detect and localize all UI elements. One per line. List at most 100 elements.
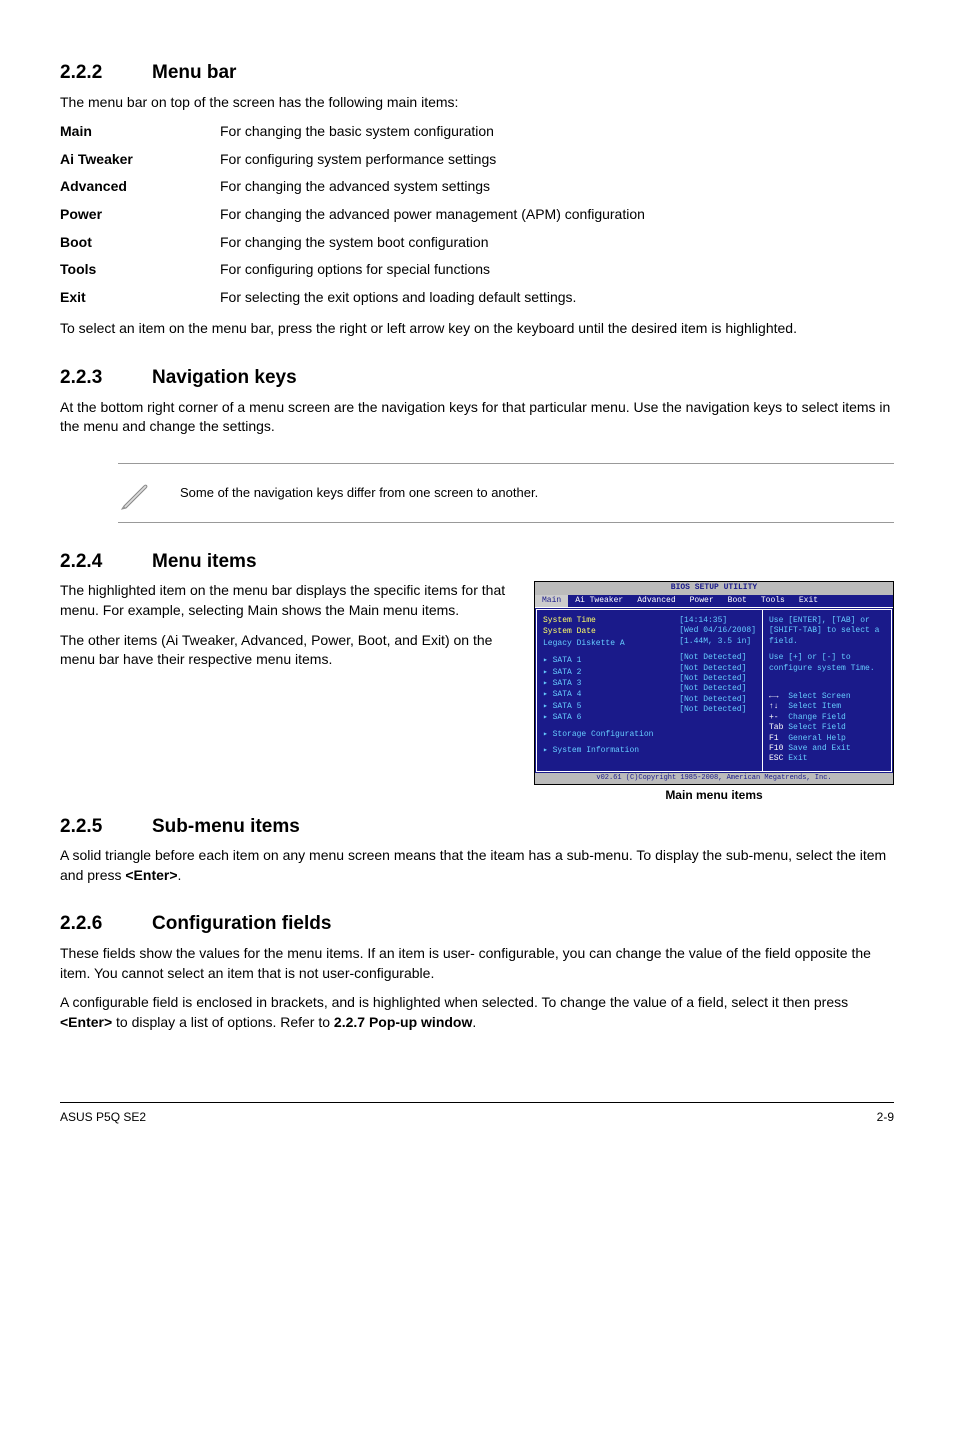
bios-tab: Boot — [721, 595, 754, 607]
bios-tab-main: Main — [535, 595, 568, 607]
bios-item: ▸ SATA 6 — [543, 713, 653, 723]
bios-caption: Main menu items — [534, 787, 894, 804]
def-term: Boot — [60, 233, 220, 253]
def-desc: For configuring system performance setti… — [220, 150, 894, 170]
section-number: 2.2.5 — [60, 814, 152, 841]
bios-val: [Wed 04/16/2008] — [679, 626, 756, 636]
bios-item: ▸ SATA 4 — [543, 690, 653, 700]
bios-keyhint: F1 General Help — [769, 734, 885, 744]
def-row: Ai Tweaker For configuring system perfor… — [60, 150, 894, 170]
bios-title: BIOS SETUP UTILITY — [535, 582, 893, 594]
bios-screenshot: BIOS SETUP UTILITY Main Ai Tweaker Advan… — [534, 581, 894, 803]
bios-item: ▸ SATA 2 — [543, 668, 653, 678]
bios-tab: Power — [683, 595, 721, 607]
menubar-intro: The menu bar on top of the screen has th… — [60, 93, 894, 113]
def-desc: For selecting the exit options and loadi… — [220, 288, 894, 308]
menuitems-text: The highlighted item on the menu bar dis… — [60, 581, 520, 679]
def-term: Exit — [60, 288, 220, 308]
heading-navkeys: 2.2.3Navigation keys — [60, 365, 894, 392]
section-number: 2.2.4 — [60, 549, 152, 576]
enter-key: <Enter> — [125, 867, 177, 883]
def-row: Boot For changing the system boot config… — [60, 233, 894, 253]
bios-help: Use [ENTER], [TAB] or [SHIFT-TAB] to sel… — [769, 616, 885, 647]
bios-tab: Tools — [754, 595, 792, 607]
bios-val: [Not Detected] — [679, 695, 756, 705]
popup-ref: 2.2.7 Pop-up window — [334, 1014, 472, 1030]
bios-item: ▸ SATA 5 — [543, 702, 653, 712]
enter-key: <Enter> — [60, 1014, 112, 1030]
footer-product: ASUS P5Q SE2 — [60, 1109, 146, 1126]
config-p2: A configurable field is enclosed in brac… — [60, 993, 894, 1032]
bios-item: System Time — [543, 616, 653, 626]
menuitems-p1: The highlighted item on the menu bar dis… — [60, 581, 520, 620]
bios-keyhint: F10 Save and Exit — [769, 744, 885, 754]
bios-keyhint: ↑↓ Select Item — [769, 702, 885, 712]
config-p1: These fields show the values for the men… — [60, 944, 894, 983]
note-text: Some of the navigation keys differ from … — [180, 484, 538, 502]
bios-item: ▸ SATA 1 — [543, 656, 653, 666]
bios-val: [1.44M, 3.5 in] — [679, 637, 756, 647]
bios-val: [Not Detected] — [679, 705, 756, 715]
footer-pagenum: 2-9 — [877, 1109, 894, 1126]
menuitems-p2: The other items (Ai Tweaker, Advanced, P… — [60, 631, 520, 670]
bios-item: ▸ Storage Configuration — [543, 730, 653, 740]
heading-menubar: 2.2.2Menu bar — [60, 60, 894, 87]
bios-val: [Not Detected] — [679, 664, 756, 674]
bios-keyhint: +- Change Field — [769, 713, 885, 723]
def-term: Main — [60, 122, 220, 142]
pencil-icon — [118, 474, 156, 512]
bios-tabbar: Main Ai Tweaker Advanced Power Boot Tool… — [535, 595, 893, 607]
heading-config: 2.2.6Configuration fields — [60, 911, 894, 938]
bios-help: Use [+] or [-] to configure system Time. — [769, 653, 885, 674]
def-desc: For configuring options for special func… — [220, 260, 894, 280]
def-term: Power — [60, 205, 220, 225]
bios-item: ▸ System Information — [543, 746, 653, 756]
section-menubar: 2.2.2Menu bar The menu bar on top of the… — [60, 60, 894, 339]
def-row: Exit For selecting the exit options and … — [60, 288, 894, 308]
bios-val: [Not Detected] — [679, 684, 756, 694]
section-navkeys: 2.2.3Navigation keys At the bottom right… — [60, 365, 894, 437]
bios-copyright: v02.61 (C)Copyright 1985-2008, American … — [535, 773, 893, 784]
bios-item: System Date — [543, 627, 653, 637]
bios-val: [Not Detected] — [679, 653, 756, 663]
navkeys-para: At the bottom right corner of a menu scr… — [60, 398, 894, 437]
def-desc: For changing the basic system configurat… — [220, 122, 894, 142]
menubar-deflist: Main For changing the basic system confi… — [60, 122, 894, 307]
heading-submenu: 2.2.5Sub-menu items — [60, 814, 894, 841]
bios-val: [14:14:35] — [679, 616, 756, 626]
def-term: Tools — [60, 260, 220, 280]
bios-keyhint: Tab Select Field — [769, 723, 885, 733]
menubar-outro: To select an item on the menu bar, press… — [60, 319, 894, 339]
def-desc: For changing the advanced system setting… — [220, 177, 894, 197]
section-number: 2.2.3 — [60, 365, 152, 392]
def-desc: For changing the system boot configurati… — [220, 233, 894, 253]
bios-tab: Ai Tweaker — [568, 595, 630, 607]
bios-left-pane: System Time System Date Legacy Diskette … — [536, 609, 762, 772]
def-row: Main For changing the basic system confi… — [60, 122, 894, 142]
submenu-para: A solid triangle before each item on any… — [60, 846, 894, 885]
note-callout: Some of the navigation keys differ from … — [118, 463, 894, 523]
bios-tab: Exit — [792, 595, 825, 607]
def-row: Tools For configuring options for specia… — [60, 260, 894, 280]
def-row: Power For changing the advanced power ma… — [60, 205, 894, 225]
section-title: Menu bar — [152, 62, 236, 83]
section-title: Sub-menu items — [152, 816, 300, 837]
page-footer: ASUS P5Q SE2 2-9 — [60, 1102, 894, 1126]
section-number: 2.2.6 — [60, 911, 152, 938]
heading-menuitems: 2.2.4Menu items — [60, 549, 894, 576]
section-config: 2.2.6Configuration fields These fields s… — [60, 911, 894, 1032]
def-desc: For changing the advanced power manageme… — [220, 205, 894, 225]
section-number: 2.2.2 — [60, 60, 152, 87]
bios-item: Legacy Diskette A — [543, 639, 653, 649]
section-submenu: 2.2.5Sub-menu items A solid triangle bef… — [60, 814, 894, 886]
section-menuitems: 2.2.4Menu items The highlighted item on … — [60, 549, 894, 804]
section-title: Configuration fields — [152, 913, 331, 934]
bios-right-pane: Use [ENTER], [TAB] or [SHIFT-TAB] to sel… — [762, 609, 892, 772]
section-title: Navigation keys — [152, 367, 297, 388]
bios-keyhint: ESC Exit — [769, 754, 885, 764]
bios-item: ▸ SATA 3 — [543, 679, 653, 689]
bios-keyhint: ←→ Select Screen — [769, 692, 885, 702]
def-term: Ai Tweaker — [60, 150, 220, 170]
def-row: Advanced For changing the advanced syste… — [60, 177, 894, 197]
section-title: Menu items — [152, 551, 257, 572]
